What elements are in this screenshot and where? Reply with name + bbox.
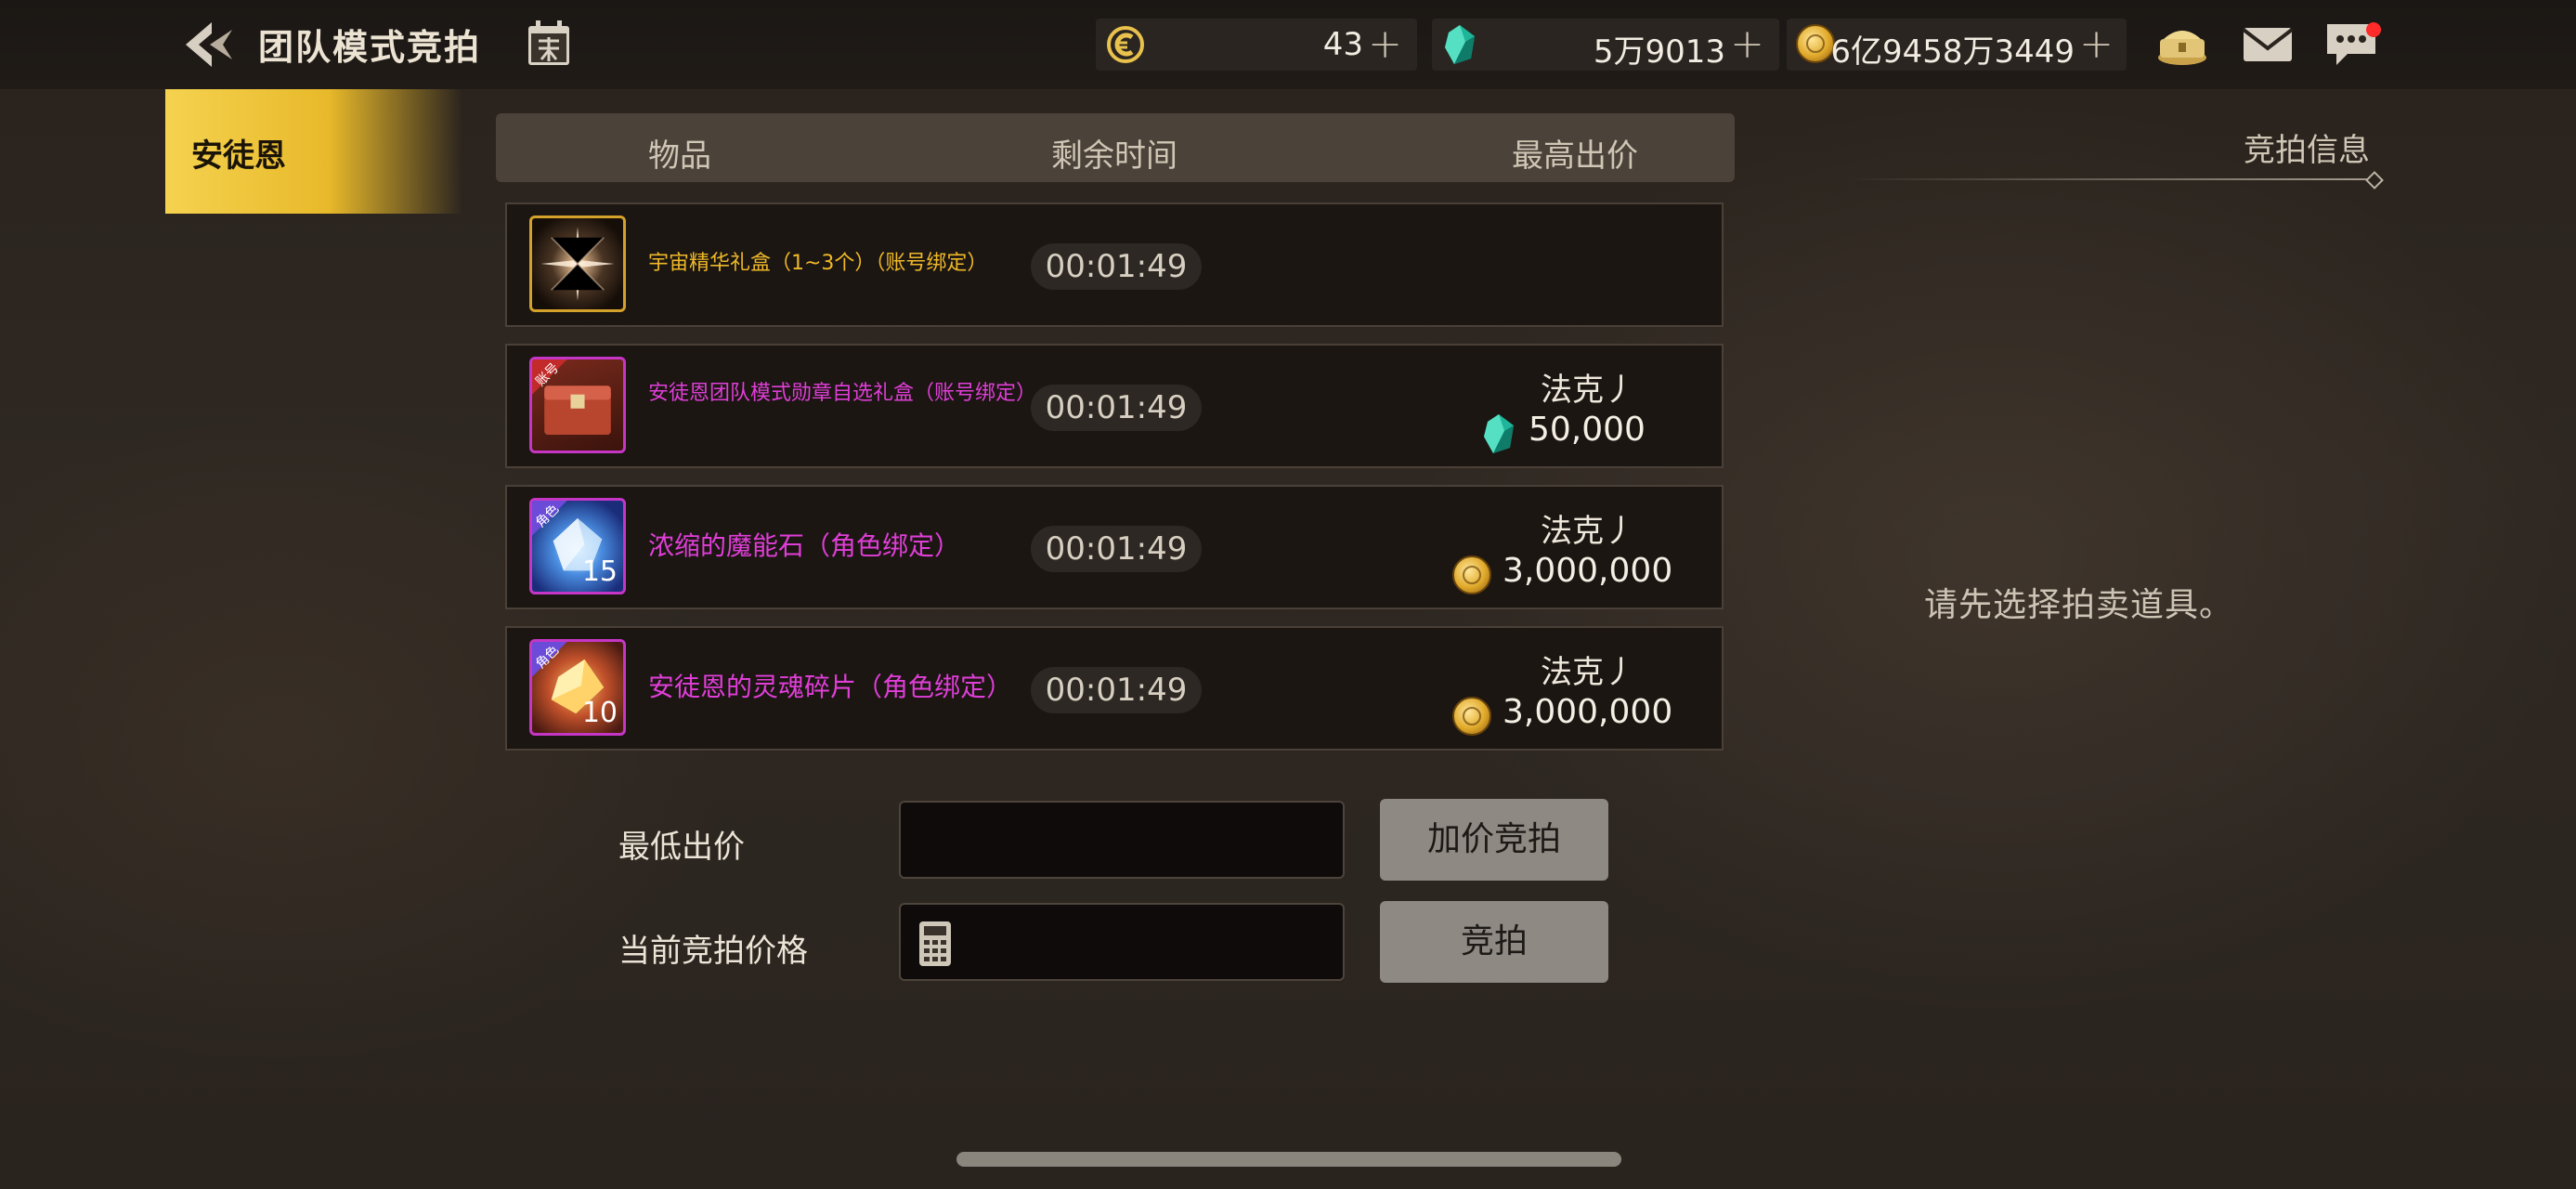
column-header-item: 物品 (648, 137, 711, 175)
currency-gold: 6亿9458万3449 + (1787, 19, 2127, 71)
cosmic-essence-box-icon (529, 216, 626, 312)
bid-button[interactable]: 竞拍 (1380, 901, 1608, 983)
remaining-time: 00:01:49 (1031, 385, 1202, 431)
back-arrow-icon[interactable] (178, 17, 238, 72)
auction-row[interactable]: 宇宙精华礼盒（1~3个）（账号绑定） 00:01:49 (505, 203, 1724, 327)
home-indicator[interactable] (956, 1152, 1621, 1167)
green-gem-icon (1484, 414, 1514, 453)
remaining-time: 00:01:49 (1031, 243, 1202, 290)
auction-row[interactable]: 角色 10 安徒恩的灵魂碎片（角色绑定） 00:01:49 法克丿 3,000,… (505, 626, 1724, 751)
item-name: 安徒恩团队模式勋章自选礼盒（账号绑定） (648, 382, 1037, 405)
currency-c-coin: 43 + (1096, 19, 1417, 71)
table-header: 物品 剩余时间 最高出价 (496, 113, 1735, 182)
highest-bidder: 法克丿 (1541, 513, 1635, 550)
divider (1848, 178, 2377, 180)
divider-ornament (2365, 171, 2384, 189)
empty-selection-message: 请先选择拍卖道具。 (1924, 586, 2234, 624)
magic-stone-icon: 角色 15 (529, 498, 626, 594)
current-bid-label: 当前竞拍价格 (618, 933, 808, 970)
mail-icon[interactable] (2240, 19, 2296, 71)
item-name: 宇宙精华礼盒（1~3个）（账号绑定） (648, 252, 988, 275)
currency-value: 5万9013 (1593, 33, 1725, 71)
raise-bid-button[interactable]: 加价竞拍 (1380, 799, 1608, 881)
c-coin-icon (1107, 26, 1144, 63)
column-header-highest-bid: 最高出价 (1512, 137, 1638, 175)
notification-dot (2366, 22, 2381, 37)
icon-count: 15 (581, 555, 618, 588)
auction-info-title: 竞拍信息 (2244, 132, 2370, 169)
auction-row[interactable]: 角色 15 浓缩的魔能石（角色绑定） 00:01:49 法克丿 3,000,00… (505, 485, 1724, 609)
treasure-chest-icon[interactable] (2154, 19, 2210, 71)
add-currency-button[interactable]: + (1730, 20, 1764, 68)
remaining-time: 00:01:49 (1031, 667, 1202, 713)
item-name: 安徒恩的灵魂碎片（角色绑定） (648, 672, 1013, 702)
highest-bidder: 法克丿 (1541, 372, 1635, 409)
gold-coin-icon (1452, 697, 1491, 736)
highest-bidder: 法克丿 (1541, 654, 1635, 691)
currency-value: 43 (1322, 26, 1363, 63)
add-currency-button[interactable]: + (2079, 20, 2114, 68)
calendar-icon[interactable] (526, 19, 572, 69)
min-bid-field[interactable] (899, 801, 1345, 879)
page-title: 团队模式竞拍 (258, 27, 482, 68)
top-bar: 团队模式竞拍 43 + 5万9013 + 6亿9458万3449 + (0, 0, 2576, 89)
medal-chest-icon: 账号 (529, 357, 626, 453)
bid-amount: 3,000,000 (1503, 552, 1673, 590)
min-bid-label: 最低出价 (618, 829, 745, 866)
gold-coin-icon (1796, 24, 1835, 63)
soul-fragment-icon: 角色 10 (529, 639, 626, 736)
sidebar-tab-anton[interactable]: 安徒恩 (165, 89, 462, 214)
auction-row[interactable]: 账号 安徒恩团队模式勋章自选礼盒（账号绑定） 00:01:49 法克丿 50,0… (505, 344, 1724, 468)
currency-value: 6亿9458万3449 (1830, 33, 2075, 71)
currency-gem: 5万9013 + (1432, 19, 1779, 71)
column-header-time: 剩余时间 (1051, 137, 1177, 175)
bid-amount: 3,000,000 (1503, 693, 1673, 731)
sidebar-tab-label: 安徒恩 (191, 137, 286, 175)
current-bid-field[interactable] (899, 903, 1345, 981)
calculator-icon[interactable] (917, 920, 953, 968)
green-gem-icon (1445, 25, 1475, 64)
icon-count: 10 (581, 697, 618, 729)
gold-coin-icon (1452, 555, 1491, 594)
item-name: 浓缩的魔能石（角色绑定） (648, 530, 961, 561)
add-currency-button[interactable]: + (1368, 20, 1402, 68)
remaining-time: 00:01:49 (1031, 526, 1202, 572)
bid-amount: 50,000 (1529, 411, 1646, 449)
